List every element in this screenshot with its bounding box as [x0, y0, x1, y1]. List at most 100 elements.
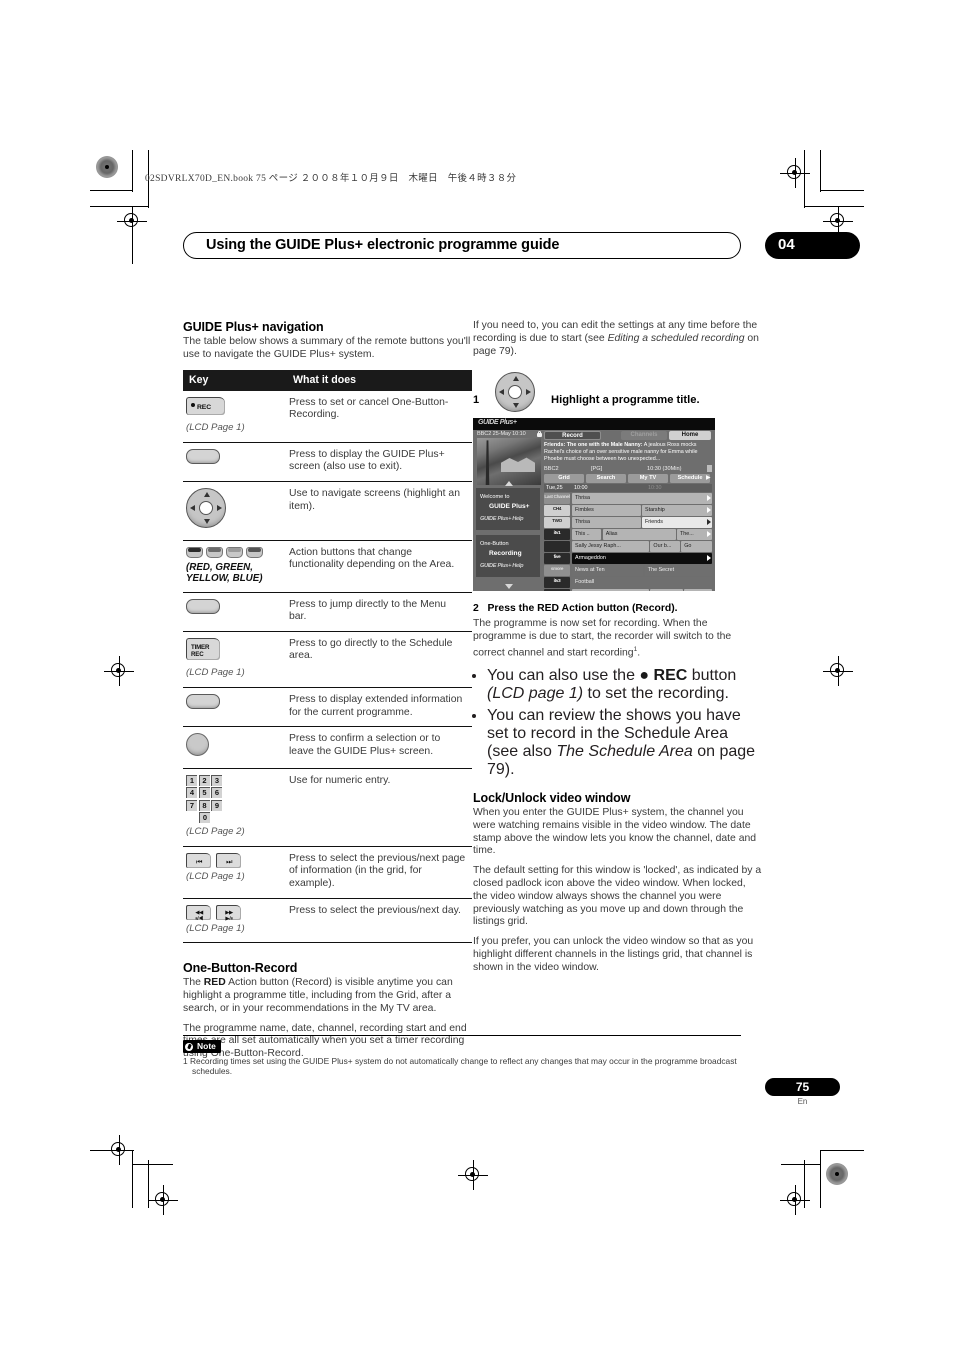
menu-button-icon [186, 598, 220, 614]
grid-row[interactable]: TWO Thrisa Friends [544, 517, 712, 529]
bullet-item: You can also use the ● REC button (LCD p… [487, 667, 762, 703]
channel-chip[interactable]: smore [544, 565, 570, 577]
what-cell: Press to confirm a selection or to leave… [287, 726, 472, 769]
numeric-key: 1 [186, 774, 197, 786]
welcome-panel-line2: GUIDE Plus+ [489, 503, 530, 511]
footnote-rule [183, 1035, 741, 1037]
channel-chip[interactable]: TWO [544, 517, 570, 529]
programme-cell[interactable]: Thrisa [572, 493, 712, 505]
registration-mark [780, 1185, 810, 1215]
channel-chip[interactable]: five [544, 553, 570, 565]
crop-line [820, 190, 864, 192]
programme-cell[interactable]: Go [681, 541, 712, 553]
programme-cell-selected[interactable]: Armageddon [572, 553, 712, 565]
meta-rating: [PG] [591, 466, 603, 473]
programme-cell[interactable]: Polic... [684, 589, 712, 592]
programme-description-title: Friends: The one with the Male Nanny: [544, 442, 643, 449]
channel-chip-label: itv1 [553, 530, 561, 536]
bullet-text-a: You can also use the [487, 667, 640, 685]
info-button-icon [186, 693, 220, 709]
grid-row[interactable]: CH4 Fimbles Starship [544, 505, 712, 517]
row-more-arrow-icon[interactable] [707, 495, 711, 502]
table-row: REC (LCD Page 1) Press to set or cancel … [183, 390, 472, 443]
row-more-arrow-icon[interactable] [707, 555, 711, 562]
grid-row[interactable]: Last Channel Thrisa [544, 493, 712, 505]
key-cell [183, 726, 287, 769]
step-2-body-text: The programme is now set for recording. … [473, 618, 732, 659]
grid-row[interactable]: itv3 Football [544, 577, 712, 589]
time-header-slot2: 10:30 [648, 484, 662, 491]
numeric-key: 2 [198, 774, 210, 786]
guide-plus-logo: GUIDE Plus+ [478, 419, 517, 427]
crop-line [804, 1160, 806, 1208]
lock-paragraph-2: The default setting for this window is '… [473, 865, 762, 928]
programme-cell-highlighted[interactable]: Friends [642, 517, 712, 529]
programme-cell[interactable]: Starship [642, 505, 712, 517]
programme-cell[interactable]: Football [572, 577, 712, 589]
programme-cell-label: Alias [605, 531, 618, 538]
grid-row[interactable]: Sally Jessy Raph... Our b... Go [544, 541, 712, 553]
padlock-closed-icon [537, 431, 542, 438]
row-more-arrow-icon[interactable] [707, 507, 711, 514]
lock-unlock-heading: Lock/Unlock video window [473, 791, 631, 806]
programme-cell[interactable]: Emmerdale [572, 589, 649, 592]
key-cell: ◀◀ ⏸/◀ ▶▶ ▶/⏸ (LCD Page 1) [183, 898, 287, 944]
key-cell: 123 456 789 0 (LCD Page 2) [183, 768, 287, 847]
programme-cell-label: Friends [645, 519, 663, 526]
grid-row-selected[interactable]: five Armageddon [544, 553, 712, 565]
lock-paragraph-3: If you prefer, you can unlock the video … [473, 936, 754, 973]
lcd-page-note: (LCD Page 1) [186, 870, 245, 882]
row-more-arrow-icon[interactable] [707, 519, 711, 526]
rec-button-icon: REC [186, 396, 225, 415]
step-2-number: 2 [473, 603, 479, 615]
print-colour-dot [96, 156, 118, 178]
table-row: 123 456 789 0 (LCD Page 2) Use for numer… [183, 768, 472, 847]
programme-cell[interactable]: Our b... [650, 541, 680, 553]
menu-item-grid[interactable]: Grid [544, 474, 584, 484]
programme-cell[interactable]: Alias [602, 529, 676, 541]
page-title-text: Using the GUIDE Plus+ electronic program… [206, 237, 560, 253]
bullet-item: You can review the shows you have set to… [487, 707, 762, 779]
channel-chip[interactable]: BBC [544, 589, 570, 592]
channel-chip[interactable]: CH4 [544, 505, 570, 517]
grid-row[interactable]: BBC Emmerdale Homes... Polic... [544, 589, 712, 592]
menu-item-schedule[interactable]: Schedule [670, 474, 710, 484]
chapter-badge: 04 [765, 232, 860, 259]
bullet-text-c: to set the recording. [583, 685, 729, 703]
channels-button[interactable]: Channels [621, 431, 667, 441]
left-column: GUIDE Plus+ navigation The table below s… [183, 320, 472, 1068]
home-button[interactable]: Home [669, 431, 711, 441]
time-header-day: Tue,25 [546, 484, 563, 491]
scroll-down-arrow-icon[interactable] [505, 584, 513, 590]
channel-chip[interactable]: itv3 [544, 577, 570, 589]
programme-cell-label: Sally Jessy Raph... [575, 543, 621, 550]
programme-cell[interactable]: The... [677, 529, 712, 541]
programme-cell[interactable]: Sally Jessy Raph... [572, 541, 649, 553]
grid-row[interactable]: itv1 This .. Alias The... [544, 529, 712, 541]
menu-item-my-tv[interactable]: My TV [628, 474, 668, 484]
record-button[interactable]: Record [544, 431, 601, 441]
programme-cell[interactable]: Thrisa [572, 517, 641, 529]
row-more-arrow-icon[interactable] [707, 531, 711, 538]
channel-chip[interactable] [544, 541, 570, 553]
programme-cell-label: Thrisa [575, 519, 590, 526]
programme-cell[interactable]: Fimbles [572, 505, 641, 517]
menu-next-arrow-icon[interactable]: ▶ [706, 474, 711, 483]
programme-cell-label: News at Ten [575, 567, 605, 574]
manual-page: 02SDVRLX70D_EN.book 75 ページ ２００８年１０月９日 木曜… [0, 0, 954, 1350]
scroll-up-arrow-icon[interactable] [505, 481, 513, 487]
menu-bar: Grid Search My TV Schedule [544, 474, 712, 484]
numeric-key: 5 [198, 787, 210, 799]
programme-cell[interactable]: This .. [572, 529, 602, 541]
bullet-text-b: button [687, 667, 737, 685]
programme-cell[interactable]: News at Ten [572, 565, 644, 577]
crop-line [132, 1150, 134, 1208]
menu-item-search[interactable]: Search [586, 474, 626, 484]
channel-chip[interactable]: itv1 [544, 529, 570, 541]
programme-cell[interactable]: The Secret [644, 565, 712, 577]
channel-chip[interactable]: Last Channel [544, 493, 570, 505]
programme-cell[interactable]: Homes... [650, 589, 683, 592]
bullet-cross-reference: The Schedule Area [556, 743, 693, 761]
grid-row[interactable]: smore News at Ten The Secret [544, 565, 712, 577]
skip-prev-next-button-icon: ⏮ ⏭ [186, 852, 281, 868]
